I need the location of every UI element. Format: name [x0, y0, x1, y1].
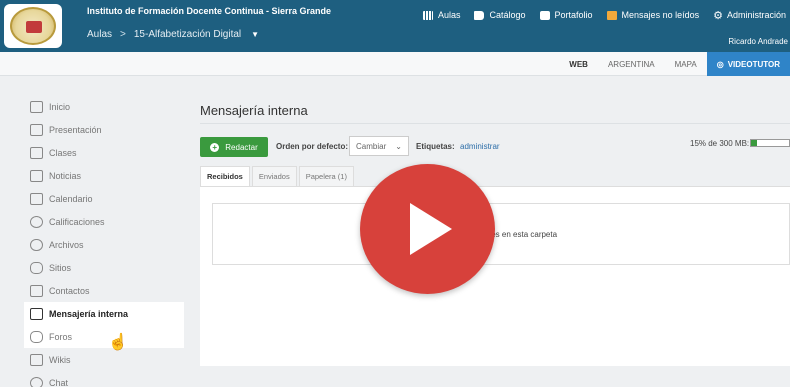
sidebar-item-calendario[interactable]: Calendario	[24, 187, 184, 210]
video-icon: ◎	[716, 59, 724, 69]
tab-papelera[interactable]: Papelera (1)	[298, 166, 354, 186]
sidebar-item-label: Calificaciones	[49, 216, 105, 227]
video-play-button[interactable]	[360, 164, 495, 294]
sidebar-item-label: Contactos	[49, 285, 90, 296]
contacts-icon	[30, 284, 43, 297]
nav-administracion-label: Administración	[726, 10, 786, 20]
breadcrumb-course[interactable]: 15-Alfabetización Digital	[134, 29, 241, 40]
sidebar-item-contactos[interactable]: Contactos	[24, 279, 184, 302]
secondary-nav: WEB ARGENTINA MAPA ◎ VIDEOTUTOR	[0, 52, 790, 76]
sidebar-item-label: Noticias	[49, 170, 82, 181]
tags-label: Etiquetas:	[416, 142, 455, 151]
nav-aulas-label: Aulas	[437, 10, 461, 20]
message-panel	[200, 186, 790, 366]
sort-select[interactable]: Cambiar ⌄	[349, 136, 409, 156]
sidebar-item-presentacion[interactable]: Presentación	[24, 118, 184, 141]
sidebar-item-label: Presentación	[49, 124, 102, 135]
quota-fill	[751, 140, 757, 146]
sidebar-item-label: Sitios	[49, 262, 72, 273]
cloud-icon	[30, 238, 43, 251]
link-icon	[30, 261, 43, 274]
sidebar-item-inicio[interactable]: Inicio	[24, 95, 184, 118]
nav-catalogo-label: Catálogo	[489, 10, 526, 20]
calendar-icon	[30, 192, 43, 205]
sidebar-item-label: Clases	[49, 147, 77, 158]
breadcrumb-separator: >	[120, 28, 126, 40]
tab-argentina[interactable]: ARGENTINA	[598, 60, 665, 69]
sidebar-item-calificaciones[interactable]: Calificaciones	[24, 210, 184, 233]
message-tabs: Recibidos Enviados Papelera (1)	[200, 166, 356, 186]
quota-text: 15% de 300 MB:	[690, 139, 750, 148]
top-nav: Aulas Catálogo Portafolio Mensajes no le…	[409, 6, 790, 24]
chevron-down-icon[interactable]: ▼	[251, 30, 259, 39]
nav-portafolio[interactable]: Portafolio	[539, 10, 593, 20]
mail-icon	[606, 10, 617, 20]
sidebar-item-label: Inicio	[49, 101, 71, 112]
sidebar-item-archivos[interactable]: Archivos	[24, 233, 184, 256]
crest-icon	[10, 7, 56, 45]
nav-aulas[interactable]: Aulas	[422, 10, 461, 20]
sidebar-item-noticias[interactable]: Noticias	[24, 164, 184, 187]
sidebar-item-foros[interactable]: Foros	[24, 325, 184, 348]
user-name[interactable]: Ricardo Andrade	[728, 37, 788, 46]
gear-icon: ⚙	[713, 9, 723, 22]
sidebar-item-label: Chat	[49, 377, 69, 387]
sidebar-item-chat[interactable]: Chat	[24, 371, 184, 387]
sort-label: Orden por defecto:	[276, 142, 349, 151]
check-icon	[30, 215, 43, 228]
nav-mensajes-label: Mensajes no leídos	[621, 10, 700, 20]
wiki-icon	[30, 353, 43, 366]
sidebar-item-wikis[interactable]: Wikis	[24, 348, 184, 371]
graduation-icon	[30, 146, 43, 159]
mail-icon	[30, 307, 43, 320]
quota-bar	[750, 139, 790, 147]
tags-manage-link[interactable]: administrar	[460, 142, 500, 151]
tab-web[interactable]: WEB	[559, 60, 598, 69]
chat-icon	[30, 376, 43, 387]
chevron-down-icon: ⌄	[395, 141, 402, 151]
tab-mapa[interactable]: MAPA	[665, 60, 707, 69]
sidebar-item-label: Wikis	[49, 354, 71, 365]
breadcrumb-aulas[interactable]: Aulas	[87, 29, 112, 40]
sidebar-item-clases[interactable]: Clases	[24, 141, 184, 164]
sidebar-item-label: Mensajería interna	[49, 308, 129, 319]
tab-recibidos[interactable]: Recibidos	[200, 166, 250, 186]
top-header: Instituto de Formación Docente Continua …	[0, 0, 790, 52]
tab-enviados[interactable]: Enviados	[251, 166, 297, 186]
compose-label: Redactar	[225, 142, 258, 152]
sidebar: Inicio Presentación Clases Noticias Cale…	[24, 95, 184, 387]
empty-folder-message: ajes en esta carpeta	[485, 230, 558, 239]
home-icon	[30, 100, 43, 113]
divider	[200, 123, 790, 124]
news-icon	[30, 169, 43, 182]
page-title: Mensajería interna	[200, 103, 308, 118]
sidebar-item-label: Foros	[49, 331, 73, 342]
sidebar-item-label: Archivos	[49, 239, 84, 250]
institution-title: Instituto de Formación Docente Continua …	[87, 6, 332, 16]
plus-icon: +	[210, 142, 220, 152]
tab-videotutor[interactable]: ◎ VIDEOTUTOR	[706, 52, 790, 76]
institution-icon	[422, 10, 433, 20]
presentation-icon	[30, 123, 43, 136]
sidebar-item-mensajeria[interactable]: Mensajería interna	[24, 302, 184, 325]
nav-mensajes[interactable]: Mensajes no leídos	[606, 10, 700, 20]
tab-videotutor-label: VIDEOTUTOR	[727, 59, 780, 69]
forum-icon	[30, 330, 43, 343]
institution-logo[interactable]	[4, 4, 62, 48]
briefcase-icon	[539, 10, 550, 20]
sidebar-item-sitios[interactable]: Sitios	[24, 256, 184, 279]
sidebar-item-label: Calendario	[49, 193, 93, 204]
compose-button[interactable]: + Redactar	[200, 137, 268, 157]
sort-select-value: Cambiar	[356, 141, 387, 151]
nav-catalogo[interactable]: Catálogo	[474, 10, 526, 20]
nav-portafolio-label: Portafolio	[554, 10, 593, 20]
hand-cursor-icon: ☝	[108, 334, 128, 351]
book-icon	[474, 10, 485, 20]
play-icon	[410, 203, 452, 255]
breadcrumb: Aulas > 15-Alfabetización Digital ▼	[87, 25, 259, 43]
nav-administracion[interactable]: ⚙ Administración	[713, 9, 786, 22]
